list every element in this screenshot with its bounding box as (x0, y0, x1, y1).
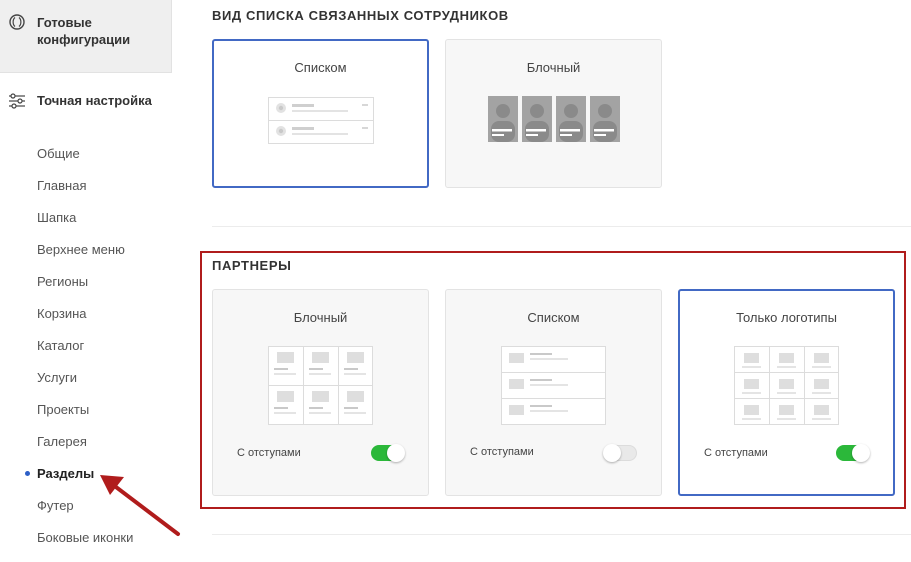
sidebar-item-catalog[interactable]: Каталог (37, 338, 84, 354)
partners-section-title: ПАРТНЕРЫ (212, 258, 292, 273)
sidebar-item-gallery[interactable]: Галерея (37, 434, 87, 450)
partners-option-logos-only[interactable]: Только логотипы С отступами (678, 289, 895, 496)
section-divider (212, 534, 911, 535)
list-preview-icon (268, 97, 374, 144)
section-divider (212, 226, 911, 227)
sidebar-item-regions[interactable]: Регионы (37, 274, 88, 290)
sidebar-item-main[interactable]: Главная (37, 178, 86, 194)
option-label: Только логотипы (736, 310, 837, 325)
logos-grid-preview-icon (734, 346, 839, 425)
partners-option-block[interactable]: Блочный С отступами (212, 289, 429, 496)
red-arrow-annotation (100, 475, 180, 536)
padding-toggle-label: С отступами (237, 447, 301, 459)
block-preview-icon (488, 96, 620, 142)
sliders-icon (9, 93, 25, 109)
padding-toggle-label: С отступами (704, 447, 768, 459)
padding-toggle[interactable] (371, 444, 405, 462)
sidebar-item-cart[interactable]: Корзина (37, 306, 87, 322)
option-label: Блочный (526, 60, 581, 75)
active-indicator-dot (25, 471, 30, 476)
option-label: Списком (294, 60, 347, 75)
ready-configurations-item[interactable]: Готовые конфигурации (0, 0, 172, 73)
employees-section-title: ВИД СПИСКА СВЯЗАННЫХ СОТРУДНИКОВ (212, 8, 509, 23)
option-label: Блочный (293, 310, 348, 325)
toggle-knob (387, 444, 405, 462)
sidebar-item-top-menu[interactable]: Верхнее меню (37, 242, 125, 258)
partners-option-list[interactable]: Списком С отступами (445, 289, 662, 496)
toggle-knob (852, 444, 870, 462)
employees-option-list[interactable]: Списком (212, 39, 429, 188)
configurations-icon (9, 14, 25, 30)
padding-toggle[interactable] (836, 444, 870, 462)
padding-toggle-label: С отступами (470, 446, 534, 458)
sidebar-item-sections[interactable]: Разделы (37, 466, 94, 482)
sidebar-item-general[interactable]: Общие (37, 146, 80, 162)
ready-configurations-label: Готовые конфигурации (37, 15, 131, 47)
sidebar-item-header[interactable]: Шапка (37, 210, 76, 226)
option-label: Списком (527, 310, 580, 325)
sidebar-item-projects[interactable]: Проекты (37, 402, 89, 418)
sidebar-item-services[interactable]: Услуги (37, 370, 77, 386)
employees-option-block[interactable]: Блочный (445, 39, 662, 188)
toggle-knob (603, 444, 621, 462)
sidebar-item-footer[interactable]: Футер (37, 498, 74, 514)
fine-tuning-heading[interactable]: Точная настройка (37, 93, 162, 109)
block-grid-preview-icon (268, 346, 373, 425)
list-rows-preview-icon (501, 346, 606, 425)
padding-toggle[interactable] (603, 444, 637, 462)
